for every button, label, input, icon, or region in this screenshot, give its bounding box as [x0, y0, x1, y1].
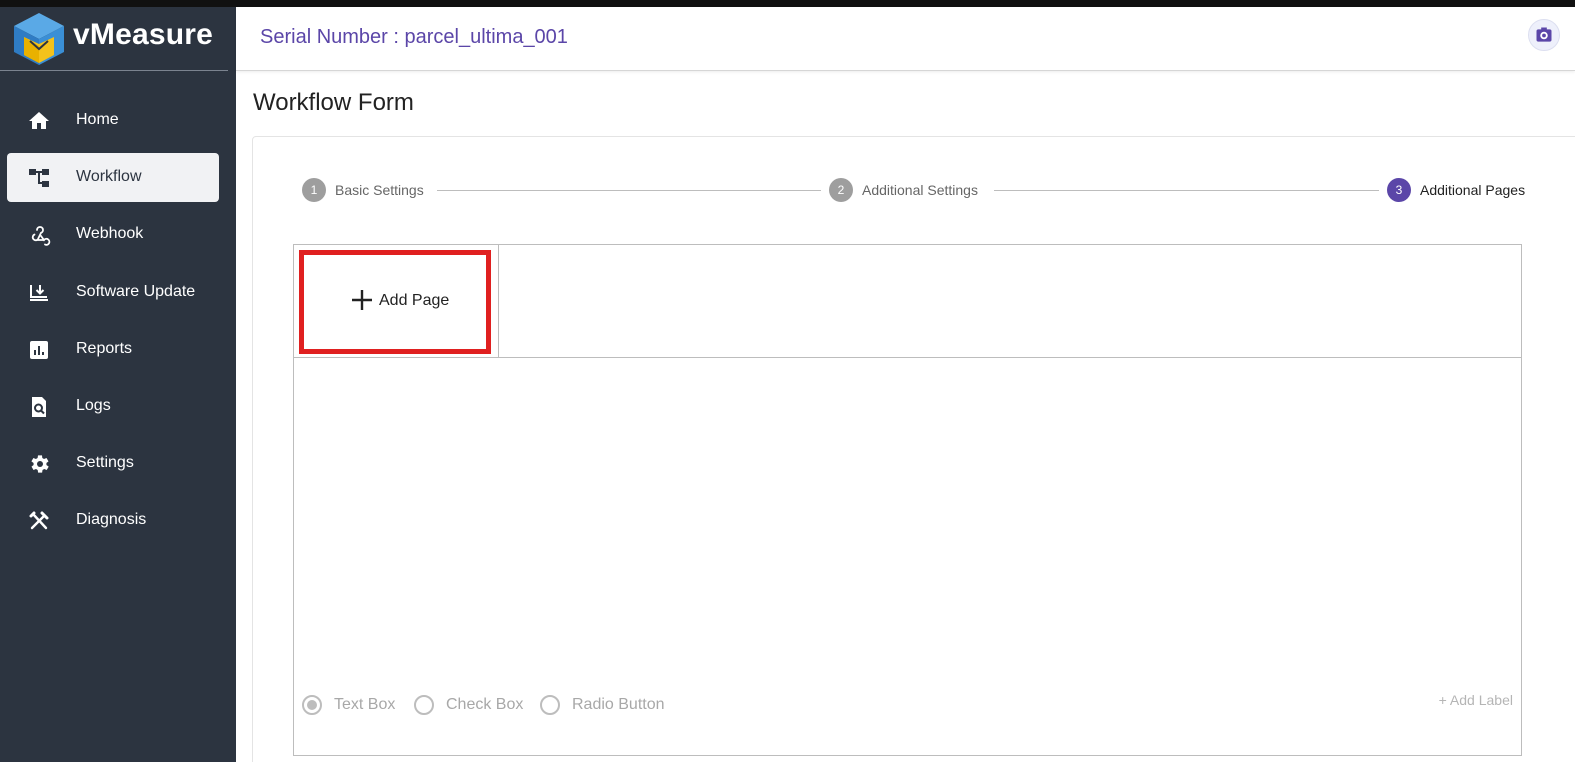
sidebar-item-label: Software Update [76, 283, 196, 300]
page-title: Workflow Form [253, 89, 414, 116]
page-tabs-bar: Add Page [294, 245, 1521, 358]
sidebar-item-label: Workflow [76, 168, 142, 185]
brand[interactable]: vMeasure [0, 7, 228, 71]
step-1-label[interactable]: Basic Settings [335, 182, 424, 198]
step-connector [994, 190, 1379, 191]
sidebar-item-reports[interactable]: Reports [7, 325, 219, 374]
logs-icon [32, 397, 46, 417]
brand-name: vMeasure [73, 18, 214, 51]
vmeasure-logo-icon [14, 13, 64, 65]
tools-icon [29, 511, 49, 530]
avatar[interactable] [1528, 19, 1560, 51]
sidebar-item-settings[interactable]: Settings [7, 439, 219, 488]
check-box-label: Check Box [446, 696, 524, 713]
sidebar-item-label: Diagnosis [76, 511, 147, 528]
software-update-icon [30, 285, 48, 301]
step-connector [437, 190, 821, 191]
sidebar-item-label: Settings [76, 454, 134, 471]
text-box-radio[interactable] [302, 695, 322, 715]
top-header: Serial Number : parcel_ultima_001 [236, 7, 1575, 71]
radio-selected-dot [307, 700, 317, 710]
sidebar-item-webhook[interactable]: Webhook [7, 210, 219, 259]
sidebar-item-diagnosis[interactable]: Diagnosis [7, 496, 219, 545]
sidebar-item-software-update[interactable]: Software Update [7, 268, 219, 317]
step-3-indicator[interactable]: 3 [1387, 178, 1411, 202]
check-box-radio[interactable] [414, 695, 434, 715]
webhook-icon [31, 226, 51, 246]
step-2-label[interactable]: Additional Settings [862, 182, 978, 198]
radio-button-label: Radio Button [572, 696, 665, 713]
sidebar: vMeasure Home Workflow Webhook Software … [0, 7, 236, 762]
sidebar-item-workflow[interactable]: Workflow [7, 153, 219, 202]
step-2-indicator[interactable]: 2 [829, 178, 853, 202]
text-box-label: Text Box [334, 696, 396, 713]
additional-pages-panel: Add Page Text Box Check Box Radio Button… [293, 244, 1522, 756]
reports-icon [30, 341, 48, 359]
serial-number: Serial Number : parcel_ultima_001 [260, 26, 568, 48]
plus-icon [352, 290, 372, 310]
sidebar-item-label: Home [76, 111, 119, 128]
step-1-indicator[interactable]: 1 [302, 178, 326, 202]
gear-icon [31, 455, 49, 473]
tab-divider [498, 245, 499, 358]
sidebar-item-label: Logs [76, 397, 111, 414]
sidebar-item-label: Webhook [76, 225, 144, 242]
field-type-selector: Text Box Check Box Radio Button [302, 694, 722, 718]
radio-button-radio[interactable] [540, 695, 560, 715]
camera-user-icon [1536, 27, 1552, 42]
add-page-button[interactable]: Add Page [299, 250, 491, 354]
step-3-label[interactable]: Additional Pages [1420, 182, 1525, 198]
sidebar-item-home[interactable]: Home [7, 96, 219, 145]
sidebar-item-logs[interactable]: Logs [7, 382, 219, 431]
top-strip [0, 0, 1575, 7]
workflow-icon [29, 169, 49, 187]
add-label-link[interactable]: + Add Label [1439, 692, 1513, 708]
sidebar-item-label: Reports [76, 340, 133, 357]
add-page-label: Add Page [379, 292, 450, 309]
stepper: 1 Basic Settings 2 Additional Settings 3… [302, 178, 1542, 204]
home-icon [29, 112, 49, 129]
